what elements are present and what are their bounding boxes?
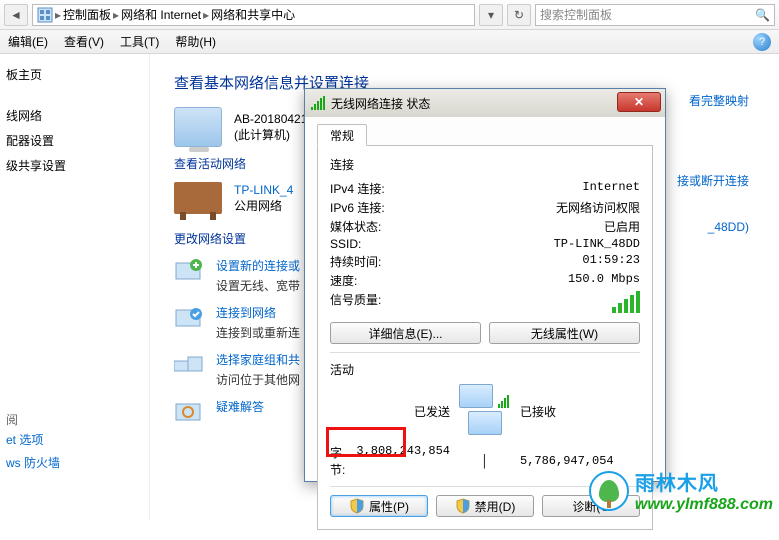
menu-bar: 编辑(E) 查看(V) 工具(T) 帮助(H) ? (0, 30, 779, 54)
chevron-right-icon: ▸ (55, 8, 61, 22)
wireless-properties-button[interactable]: 无线属性(W) (489, 322, 640, 344)
network-suffix[interactable]: _48DD) (708, 220, 749, 234)
media-value: 已启用 (604, 218, 640, 235)
bench-icon (174, 182, 222, 214)
network-type: 公用网络 (234, 197, 293, 214)
connect-disconnect-link[interactable]: 接或断开连接 (677, 172, 749, 189)
computer-icon (174, 107, 222, 147)
sidebar-internet-options[interactable]: et 选项 (6, 428, 60, 451)
group-connection: 连接 (330, 156, 640, 173)
bytes-recv: 5,786,947,054 (520, 454, 640, 468)
speed-value: 150.0 Mbps (568, 272, 640, 289)
signal-label: 信号质量: (330, 291, 460, 313)
connect-network-icon (174, 304, 206, 332)
breadcrumb-seg1[interactable]: 控制面板 (63, 6, 111, 23)
new-connection-icon (174, 257, 206, 285)
sidebar-adapter[interactable]: 配器设置 (6, 128, 149, 153)
sidebar-seealso-label: 阅 (6, 411, 60, 428)
nav-back-button[interactable]: ◄ (4, 4, 28, 26)
signal-icon (311, 96, 325, 110)
menu-view[interactable]: 查看(V) (64, 33, 104, 50)
ipv4-label: IPv4 连接: (330, 180, 460, 197)
divider (330, 352, 640, 353)
refresh-button[interactable]: ↻ (507, 4, 531, 26)
disable-button[interactable]: 禁用(D) (436, 495, 534, 517)
watermark-cn: 雨林木风 (635, 467, 773, 496)
group-activity: 活动 (330, 361, 640, 378)
sidebar: 板主页 线网络 配器设置 级共享设置 阅 et 选项 ws 防火墙 (0, 54, 150, 520)
media-label: 媒体状态: (330, 218, 460, 235)
sidebar-wireless[interactable]: 线网络 (6, 103, 149, 128)
dialog-titlebar[interactable]: 无线网络连接 状态 ✕ (305, 89, 665, 117)
breadcrumb[interactable]: ▸ 控制面板 ▸ 网络和 Internet ▸ 网络和共享中心 (32, 4, 475, 26)
breadcrumb-seg2[interactable]: 网络和 Internet (121, 6, 201, 23)
tab-general[interactable]: 常规 (317, 124, 367, 146)
duration-value: 01:59:23 (582, 253, 640, 270)
breadcrumb-dropdown-button[interactable]: ▾ (479, 4, 503, 26)
homegroup-icon (174, 351, 206, 379)
breadcrumb-seg3[interactable]: 网络和共享中心 (211, 6, 295, 23)
watermark: 雨林木风 www.ylmf888.com (589, 467, 773, 514)
bytes-sent: 3,808,243,854 (356, 444, 450, 478)
details-button[interactable]: 详细信息(E)... (330, 322, 481, 344)
monitor-sent-icon (459, 384, 493, 408)
ipv4-value: Internet (582, 180, 640, 197)
search-input[interactable]: 搜索控制面板 🔍 (535, 4, 775, 26)
sidebar-firewall[interactable]: ws 防火墙 (6, 451, 60, 474)
shield-icon (455, 498, 471, 514)
sidebar-home[interactable]: 板主页 (6, 62, 149, 87)
recv-label: 已接收 (520, 403, 640, 420)
address-bar: ◄ ▸ 控制面板 ▸ 网络和 Internet ▸ 网络和共享中心 ▾ ↻ 搜索… (0, 0, 779, 30)
dialog-title: 无线网络连接 状态 (331, 95, 430, 112)
speed-label: 速度: (330, 272, 460, 289)
help-icon[interactable]: ? (753, 33, 771, 51)
monitor-recv-icon (468, 411, 502, 435)
ssid-label: SSID: (330, 237, 460, 251)
shield-icon (349, 498, 365, 514)
disable-button-label: 禁用(D) (475, 498, 516, 515)
duration-label: 持续时间: (330, 253, 460, 270)
network-name-link[interactable]: TP-LINK_4 (234, 183, 293, 197)
bytes-label: 字节: (330, 444, 348, 478)
menu-tools[interactable]: 工具(T) (120, 33, 159, 50)
menu-edit[interactable]: 编辑(E) (8, 33, 48, 50)
ssid-value: TP-LINK_48DD (554, 237, 640, 251)
ipv6-value: 无网络访问权限 (556, 199, 640, 216)
view-full-map-link[interactable]: 看完整映射 (689, 92, 749, 109)
watermark-url: www.ylmf888.com (635, 496, 773, 514)
wifi-status-dialog: 无线网络连接 状态 ✕ 常规 连接 IPv4 连接: Internet IPv6 … (304, 88, 666, 482)
troubleshoot-icon (174, 398, 206, 426)
signal-bars-icon (612, 291, 640, 313)
properties-button-label: 属性(P) (369, 498, 409, 515)
search-placeholder: 搜索控制面板 (540, 6, 612, 23)
menu-help[interactable]: 帮助(H) (175, 33, 216, 50)
sidebar-sharing[interactable]: 级共享设置 (6, 153, 149, 178)
activity-divider: │ (450, 454, 520, 468)
properties-button[interactable]: 属性(P) (330, 495, 428, 517)
sent-label: 已发送 (330, 403, 450, 420)
activity-signal-icon (498, 394, 509, 408)
watermark-logo-icon (589, 471, 629, 511)
search-icon: 🔍 (755, 8, 770, 22)
ipv6-label: IPv6 连接: (330, 199, 460, 216)
control-panel-icon (37, 7, 53, 23)
chevron-right-icon: ▸ (203, 8, 209, 22)
dialog-close-button[interactable]: ✕ (617, 92, 661, 112)
chevron-right-icon: ▸ (113, 8, 119, 22)
